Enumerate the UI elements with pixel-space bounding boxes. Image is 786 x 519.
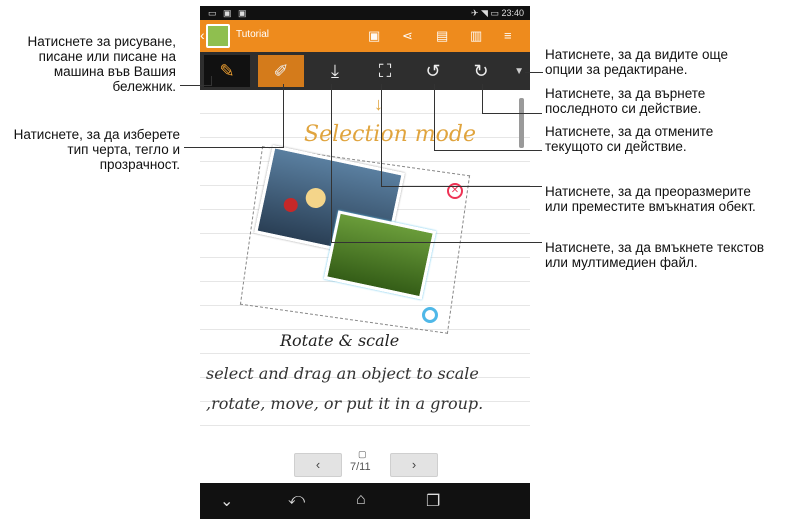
callout-draw: Натиснете за рисуване, писане или писане… — [27, 34, 176, 94]
rotate-handle[interactable] — [422, 307, 438, 323]
leader-line — [434, 150, 542, 151]
clock: 23:40 — [501, 8, 524, 18]
notebook-page[interactable]: ↓ Selection mode ✕ Rotate & scale select… — [200, 90, 530, 443]
selection-button[interactable]: ⛶ — [362, 55, 408, 87]
more-arrow-icon[interactable]: ▼ — [514, 66, 524, 77]
leader-line — [381, 84, 382, 187]
sun-shape — [303, 186, 328, 210]
redo-icon: ↻ — [473, 61, 489, 81]
callout-redo: Натиснете, за да върнете последното си д… — [545, 86, 706, 116]
redo-button[interactable]: ↻ — [458, 55, 504, 87]
app-title: Tutorial — [236, 29, 269, 40]
selection-icon: ⛶ — [378, 61, 392, 81]
callout-stroke: Натиснете, за да изберете тип черта, тег… — [13, 127, 180, 172]
pen-icon: ✐ — [273, 61, 289, 81]
prev-page-button[interactable]: ‹ — [294, 453, 342, 477]
page-icon: ▢ — [358, 449, 367, 459]
callout-insert: Натиснете, за да вмъкнете текстов или му… — [545, 240, 765, 270]
handwriting-line-1: select and drag an object to scale — [206, 364, 479, 383]
edit-toolbar: ✎ ✐ ⤓ ⛶ ↺ ↻ ▼ — [200, 52, 530, 90]
android-nav-bar: ⌄ ⤺ ⌂ ❐ — [200, 483, 530, 519]
status-time: ✈ ◥ ▭ 23:40 — [471, 8, 524, 19]
recent-apps-icon[interactable]: ❐ — [426, 491, 440, 511]
leader-line — [381, 186, 542, 187]
menu-icon[interactable]: ≡ — [504, 28, 512, 43]
collapse-icon[interactable]: ⌄ — [220, 491, 233, 511]
handwriting-line-2: ,rotate, move, or put it in a group. — [206, 394, 484, 413]
pen-button[interactable]: ✐ — [258, 55, 304, 87]
leader-line — [482, 113, 542, 114]
draw-mode-icon: ✎ — [219, 61, 235, 81]
rotate-scale-label: Rotate & scale — [280, 331, 400, 350]
tablet-screen: ▭ ▣ ▣ ✈ ◥ ▭ 23:40 ‹ Tutorial ▣ ⋖ ▤ ▥ ≡ ✎… — [200, 6, 530, 519]
selection-mode-label: Selection mode — [304, 122, 476, 147]
leader-line — [331, 84, 332, 243]
back-icon[interactable]: ⤺ — [288, 491, 305, 509]
page-options-icon[interactable]: ▥ — [470, 28, 482, 44]
back-chevron-icon[interactable]: ‹ — [200, 27, 205, 43]
save-icon[interactable]: ▣ — [368, 28, 380, 44]
page-navigator: ‹ ▢ 7/11 › — [200, 443, 530, 483]
leader-line — [331, 242, 542, 243]
status-icons-left: ▭ ▣ ▣ — [208, 8, 249, 18]
poppy-shape — [282, 196, 300, 214]
undo-button[interactable]: ↺ — [410, 55, 456, 87]
action-bar: ‹ Tutorial ▣ ⋖ ▤ ▥ ≡ — [200, 20, 530, 52]
insert-button[interactable]: ⤓ — [312, 55, 358, 87]
callout-resize: Натиснете, за да преоразмерите или преме… — [545, 184, 756, 214]
leader-line — [482, 84, 483, 114]
status-icons-right: ✈ ◥ ▭ — [470, 8, 499, 18]
supernote-app-icon[interactable] — [206, 24, 230, 48]
share-icon[interactable]: ⋖ — [402, 28, 413, 44]
callout-more: Натиснете, за да видите още опции за ред… — [545, 47, 728, 77]
leader-line — [211, 76, 212, 86]
home-icon[interactable]: ⌂ — [356, 491, 366, 509]
undo-icon: ↺ — [425, 61, 441, 81]
status-bar: ▭ ▣ ▣ ✈ ◥ ▭ 23:40 — [200, 6, 530, 20]
leader-line — [283, 84, 284, 148]
callout-undo: Натиснете, за да отмените текущото си де… — [545, 124, 714, 154]
leader-line — [525, 72, 543, 73]
leader-line — [434, 84, 435, 150]
insert-icon: ⤓ — [331, 61, 339, 81]
add-page-icon[interactable]: ▤ — [436, 28, 448, 44]
next-page-button[interactable]: › — [390, 453, 438, 477]
leader-line — [180, 85, 212, 86]
page-counter: 7/11 — [350, 461, 371, 473]
leader-line — [184, 147, 284, 148]
scrollbar[interactable] — [519, 98, 524, 148]
